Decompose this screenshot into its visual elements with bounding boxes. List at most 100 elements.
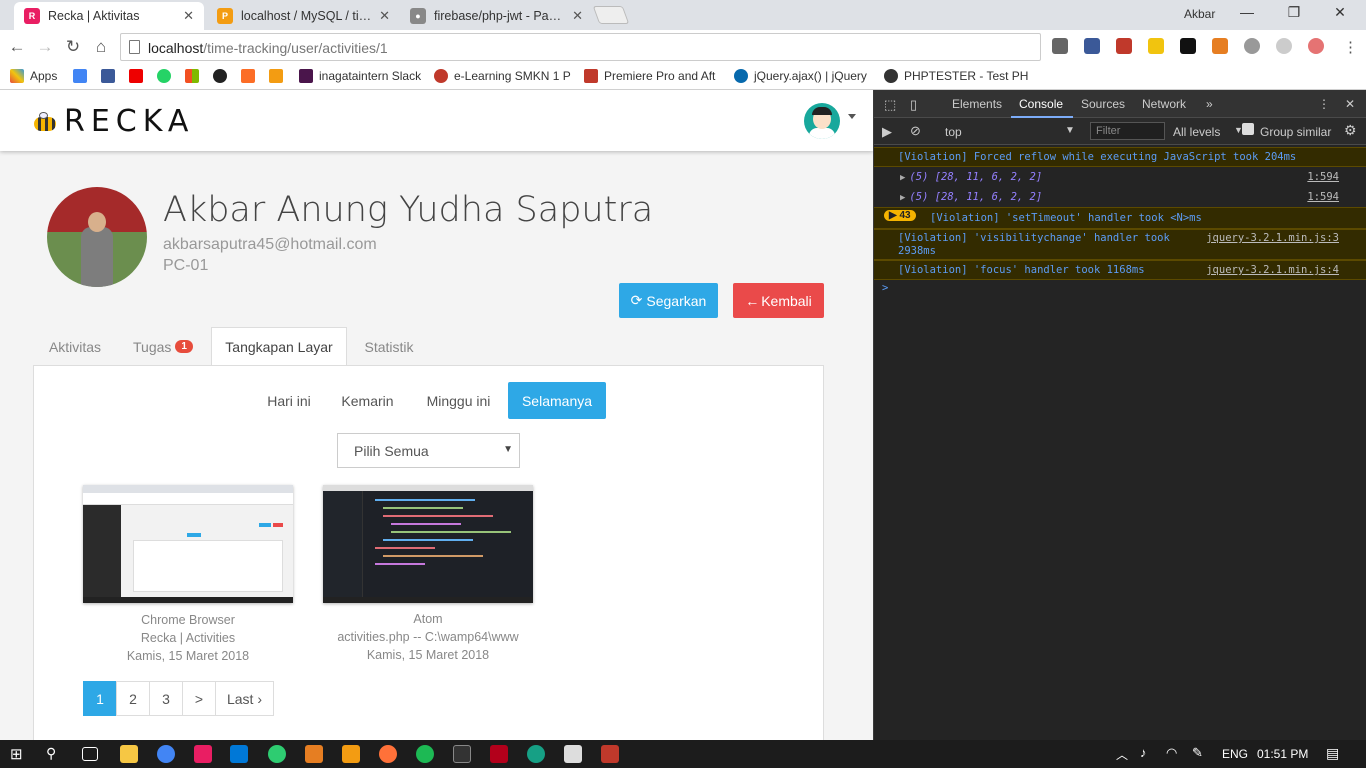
language-indicator[interactable]: ENG — [1222, 747, 1248, 761]
filter-kemarin[interactable]: Kemarin — [331, 382, 404, 419]
bookmark-github[interactable] — [213, 69, 233, 83]
bookmark-slack[interactable]: inagataintern Slack — [299, 69, 421, 83]
console-filter-input[interactable]: Filter — [1090, 122, 1165, 140]
terminal-icon[interactable] — [453, 745, 471, 763]
bookmark-phptester[interactable]: PHPTESTER - Test PH — [884, 69, 1028, 83]
chrome-icon[interactable] — [157, 745, 175, 763]
pen-icon[interactable]: ✎ — [1192, 745, 1203, 761]
spotify-icon[interactable] — [416, 745, 434, 763]
app-teal-icon[interactable] — [527, 745, 545, 763]
wifi-icon[interactable]: ◠ — [1166, 745, 1177, 761]
filter-selamanya[interactable]: Selamanya — [508, 382, 606, 419]
close-window-icon[interactable]: ✕ — [1320, 4, 1360, 21]
bookmark-elearning[interactable]: e-Learning SMKN 1 P — [434, 69, 571, 83]
close-devtools-icon[interactable]: ✕ — [1345, 97, 1355, 111]
expand-triangle-icon[interactable]: ▶ — [900, 193, 905, 203]
app-icon[interactable] — [194, 745, 212, 763]
firefox-icon[interactable] — [379, 745, 397, 763]
pocket-extension-icon[interactable] — [1308, 38, 1324, 54]
bookmark-youtube[interactable] — [129, 69, 149, 83]
volume-icon[interactable]: ♪ — [1140, 745, 1147, 760]
app-red-icon[interactable] — [601, 745, 619, 763]
clear-console-icon[interactable]: ⊘ — [910, 123, 921, 139]
devtools-tab-network[interactable]: Network — [1142, 97, 1186, 111]
log-levels-select[interactable]: All levels — [1173, 125, 1220, 139]
console-source-link[interactable]: 1:594 — [1307, 171, 1339, 183]
group-similar-checkbox[interactable] — [1242, 123, 1254, 135]
tab-statistik[interactable]: Statistik — [353, 327, 425, 366]
page-2-button[interactable]: 2 — [116, 681, 150, 716]
bookmark-facebook[interactable] — [101, 69, 121, 83]
inspect-element-icon[interactable]: ⬚ — [884, 97, 896, 113]
expand-triangle-icon[interactable]: ▶ — [900, 173, 905, 183]
new-tab-button[interactable] — [592, 6, 630, 24]
home-icon[interactable]: ⌂ — [90, 37, 112, 57]
next-page-button[interactable]: > — [182, 681, 216, 716]
close-tab-icon[interactable]: ✕ — [572, 8, 583, 24]
system-clock[interactable]: 01:51 PM — [1257, 747, 1308, 761]
console-source-link[interactable]: 1:594 — [1307, 191, 1339, 203]
back-arrow-icon[interactable]: ← — [6, 37, 28, 57]
maximize-icon[interactable]: ❐ — [1274, 4, 1314, 21]
address-bar[interactable]: localhost/time-tracking/user/activities/… — [120, 33, 1041, 61]
context-selector[interactable]: top — [945, 125, 962, 139]
devtools-tab-console[interactable]: Console — [1019, 97, 1063, 111]
devtools-tab-sources[interactable]: Sources — [1081, 97, 1125, 111]
close-tab-icon[interactable]: ✕ — [183, 8, 194, 24]
bookmark-whatsapp[interactable] — [157, 69, 177, 83]
browser-tab-phpmyadmin[interactable]: P localhost / MySQL / time ✕ — [207, 2, 400, 30]
screenshot-thumbnail-chrome[interactable] — [83, 485, 293, 603]
filter-hari-ini[interactable]: Hari ini — [254, 382, 324, 419]
sidebar-toggle-icon[interactable]: ▶ — [882, 124, 892, 140]
vscode-icon[interactable] — [230, 745, 248, 763]
bookmark-microsoft[interactable] — [185, 69, 205, 83]
task-view-icon[interactable] — [82, 747, 98, 761]
bookmark-phpmyadmin[interactable] — [269, 69, 289, 83]
chrome-menu-icon[interactable]: ⋮ — [1343, 38, 1358, 56]
grey-extension-icon[interactable] — [1276, 38, 1292, 54]
app-grey-icon[interactable] — [564, 745, 582, 763]
bookmark-premiere[interactable]: Premiere Pro and Aft — [584, 69, 715, 83]
user-avatar[interactable] — [804, 103, 840, 139]
people-extension-icon[interactable] — [1116, 38, 1132, 54]
close-tab-icon[interactable]: ✕ — [379, 8, 390, 24]
browser-tab-recka[interactable]: R Recka | Aktivitas ✕ — [14, 2, 204, 30]
chevron-down-icon[interactable] — [848, 114, 856, 119]
chevron-up-icon[interactable]: ︿ — [1116, 746, 1128, 763]
filter-minggu-ini[interactable]: Minggu ini — [414, 382, 503, 419]
tab-tugas[interactable]: Tugas 1 — [123, 327, 203, 366]
console-source-link[interactable]: jquery-3.2.1.min.js:3 — [1206, 232, 1339, 245]
app-green-icon[interactable] — [268, 745, 286, 763]
bookmark-google[interactable] — [73, 69, 93, 83]
bookmark-gitlab[interactable] — [241, 69, 261, 83]
screenshot-extension-icon[interactable] — [1084, 38, 1100, 54]
more-tabs-icon[interactable]: » — [1206, 97, 1213, 111]
last-page-button[interactable]: Last › — [215, 681, 274, 716]
context-dropdown-icon[interactable]: ▼ — [1065, 125, 1075, 136]
back-button[interactable]: ← Kembali — [733, 283, 824, 318]
filezilla-icon[interactable] — [490, 745, 508, 763]
notification-center-icon[interactable]: ▤ — [1326, 745, 1339, 762]
sublime-icon[interactable] — [342, 745, 360, 763]
file-explorer-icon[interactable] — [120, 745, 138, 763]
glasses-extension-icon[interactable] — [1180, 38, 1196, 54]
windows-start-icon[interactable]: ⊞ — [10, 745, 28, 763]
devtools-menu-icon[interactable]: ⋮ — [1318, 97, 1330, 111]
download-extension-icon[interactable] — [1052, 38, 1068, 54]
console-message[interactable]: ▶ (5) [28, 11, 6, 2, 2] 1:594 — [874, 167, 1366, 187]
device-toggle-icon[interactable]: ▯ — [910, 97, 917, 113]
reload-icon[interactable]: ↻ — [62, 37, 84, 57]
profile-name[interactable]: Akbar — [1184, 7, 1215, 21]
tab-tangkapan-layar[interactable]: Tangkapan Layar — [211, 327, 347, 366]
refresh-button[interactable]: ⟳ Segarkan — [619, 283, 718, 318]
devtools-tab-elements[interactable]: Elements — [952, 97, 1002, 111]
forward-arrow-icon[interactable]: → — [34, 37, 56, 57]
console-settings-icon[interactable]: ⚙ — [1344, 122, 1357, 139]
console-prompt[interactable]: > — [874, 282, 1366, 300]
color-extension-icon[interactable] — [1212, 38, 1228, 54]
screenshot-thumbnail-atom[interactable] — [323, 485, 533, 603]
page-3-button[interactable]: 3 — [149, 681, 183, 716]
page-info-icon[interactable] — [129, 40, 140, 54]
console-message[interactable]: ▶ (5) [28, 11, 6, 2, 2] 1:594 — [874, 187, 1366, 207]
bookmark-apps[interactable]: Apps — [10, 69, 57, 83]
